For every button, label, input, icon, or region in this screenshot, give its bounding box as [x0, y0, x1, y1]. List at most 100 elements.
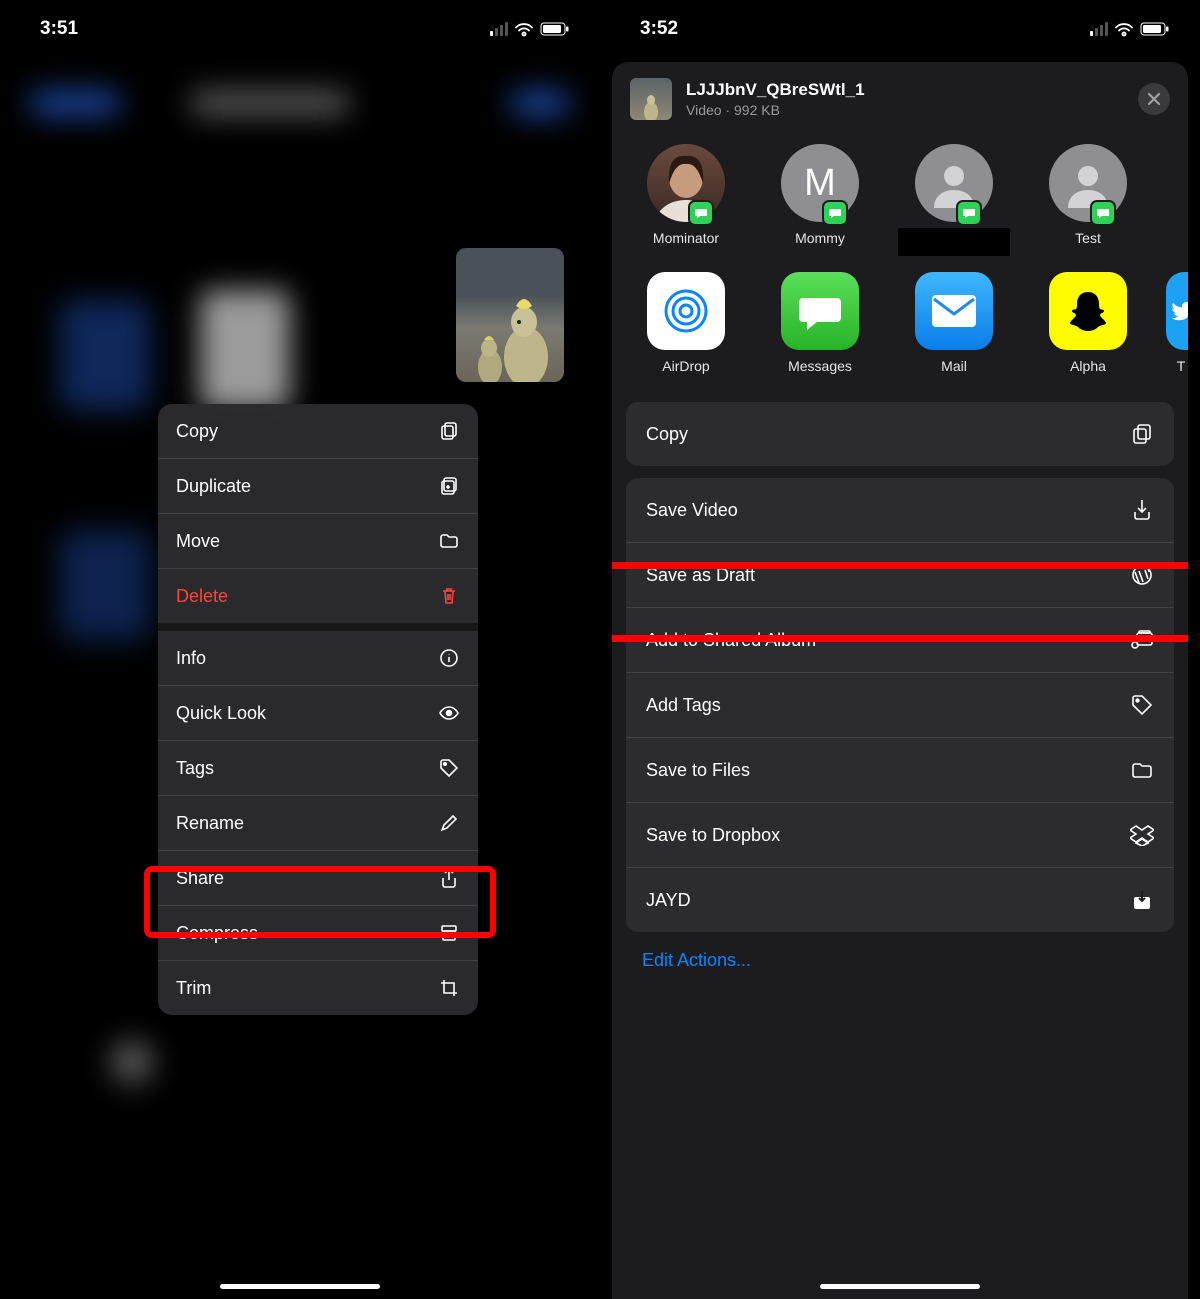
menu-share-label: Share: [176, 868, 224, 889]
menu-tags[interactable]: Tags: [158, 741, 478, 796]
menu-copy[interactable]: Copy: [158, 404, 478, 459]
menu-info[interactable]: Info: [158, 631, 478, 686]
menu-quicklook-label: Quick Look: [176, 703, 266, 724]
airdrop-icon: [647, 272, 725, 350]
home-indicator[interactable]: [220, 1284, 380, 1289]
redaction-box: [898, 228, 1010, 256]
action-save-video-label: Save Video: [646, 500, 738, 521]
status-time: 3:51: [40, 18, 78, 40]
menu-compress[interactable]: Compress: [158, 906, 478, 961]
file-thumbnail[interactable]: [456, 248, 564, 382]
menu-rename-label: Rename: [176, 813, 244, 834]
copy-icon: [438, 420, 460, 442]
tag-icon: [438, 757, 460, 779]
pencil-icon: [438, 812, 460, 834]
menu-delete[interactable]: Delete: [158, 569, 478, 631]
status-time: 3:52: [640, 18, 678, 40]
action-group-main: Save Video Save as Draft Add to Shared A…: [626, 478, 1174, 932]
app-airdrop[interactable]: AirDrop: [630, 272, 742, 374]
download-icon: [1130, 498, 1154, 522]
file-subtitle: Video · 992 KB: [686, 102, 865, 118]
contact-mommy[interactable]: M Mommy: [764, 144, 876, 246]
contact-mominator[interactable]: Mominator: [630, 144, 742, 246]
app-name: Alpha: [1032, 358, 1144, 374]
apps-row: AirDrop Messages Mail Alpha: [612, 256, 1188, 382]
jayd-download-icon: [1130, 888, 1154, 912]
close-button[interactable]: [1138, 83, 1170, 115]
action-jayd-label: JAYD: [646, 890, 691, 911]
contact-redacted[interactable]: [898, 144, 1010, 246]
contact-name: Test: [1032, 230, 1144, 246]
folder-icon: [438, 530, 460, 552]
menu-trim[interactable]: Trim: [158, 961, 478, 1015]
archive-icon: [438, 922, 460, 944]
action-save-files-label: Save to Files: [646, 760, 750, 781]
menu-move-label: Move: [176, 531, 220, 552]
menu-delete-label: Delete: [176, 586, 228, 607]
app-name: AirDrop: [630, 358, 742, 374]
cellular-icon: [490, 22, 508, 36]
sheet-header: LJJJbnV_QBreSWtl_1 Video · 992 KB: [612, 78, 1188, 138]
cellular-icon: [1090, 22, 1108, 36]
contact-name: Mommy: [764, 230, 876, 246]
sheet-titleblock: LJJJbnV_QBreSWtl_1 Video · 992 KB: [686, 80, 865, 118]
copy-icon: [1130, 422, 1154, 446]
wifi-icon: [1114, 22, 1134, 37]
action-save-files[interactable]: Save to Files: [626, 738, 1174, 803]
action-add-tags[interactable]: Add Tags: [626, 673, 1174, 738]
phone-left: 3:51 Copy Dupl: [0, 0, 600, 1299]
edit-actions-link[interactable]: Edit Actions...: [612, 932, 1188, 971]
action-save-video[interactable]: Save Video: [626, 478, 1174, 543]
messages-badge-icon: [688, 200, 714, 226]
share-sheet: LJJJbnV_QBreSWtl_1 Video · 992 KB Momina…: [612, 62, 1188, 1299]
menu-rename[interactable]: Rename: [158, 796, 478, 851]
action-shared-album-label: Add to Shared Album: [646, 630, 816, 651]
app-messages[interactable]: Messages: [764, 272, 876, 374]
sheet-thumbnail[interactable]: [630, 78, 672, 120]
menu-duplicate-label: Duplicate: [176, 476, 251, 497]
menu-move[interactable]: Move: [158, 514, 478, 569]
wifi-icon: [514, 22, 534, 37]
app-name: T: [1166, 358, 1188, 374]
duplicate-icon: [438, 475, 460, 497]
shared-album-icon: [1130, 628, 1154, 652]
share-icon: [438, 867, 460, 889]
eye-icon: [438, 702, 460, 724]
messages-icon: [781, 272, 859, 350]
menu-compress-label: Compress: [176, 923, 258, 944]
action-copy-label: Copy: [646, 424, 688, 445]
home-indicator[interactable]: [820, 1284, 980, 1289]
app-name: Mail: [898, 358, 1010, 374]
action-save-draft-label: Save as Draft: [646, 565, 755, 586]
action-dropbox-label: Save to Dropbox: [646, 825, 780, 846]
status-bar: 3:52: [600, 0, 1200, 50]
action-dropbox[interactable]: Save to Dropbox: [626, 803, 1174, 868]
app-name: Messages: [764, 358, 876, 374]
status-bar: 3:51: [0, 0, 600, 50]
menu-duplicate[interactable]: Duplicate: [158, 459, 478, 514]
action-add-tags-label: Add Tags: [646, 695, 721, 716]
app-mail[interactable]: Mail: [898, 272, 1010, 374]
file-name: LJJJbnV_QBreSWtl_1: [686, 80, 865, 100]
action-group-copy: Copy: [626, 402, 1174, 466]
phone-right: 3:52 LJJJbnV_QBreSWtl_1 Video · 992 KB: [600, 0, 1200, 1299]
menu-copy-label: Copy: [176, 421, 218, 442]
context-menu: Copy Duplicate Move Delete Info: [158, 404, 478, 1015]
action-shared-album[interactable]: Add to Shared Album: [626, 608, 1174, 673]
battery-icon: [540, 22, 570, 36]
menu-quicklook[interactable]: Quick Look: [158, 686, 478, 741]
status-icons: [1090, 22, 1170, 37]
wordpress-icon: [1130, 563, 1154, 587]
app-alpha[interactable]: Alpha: [1032, 272, 1144, 374]
crop-icon: [438, 977, 460, 999]
contact-test[interactable]: Test: [1032, 144, 1144, 246]
app-twitter-partial[interactable]: T: [1166, 272, 1188, 374]
action-copy[interactable]: Copy: [626, 402, 1174, 466]
status-icons: [490, 22, 570, 37]
menu-share[interactable]: Share: [158, 851, 478, 906]
messages-badge-icon: [1090, 200, 1116, 226]
action-jayd[interactable]: JAYD: [626, 868, 1174, 932]
menu-trim-label: Trim: [176, 978, 211, 999]
action-save-draft[interactable]: Save as Draft: [626, 543, 1174, 608]
mail-icon: [915, 272, 993, 350]
